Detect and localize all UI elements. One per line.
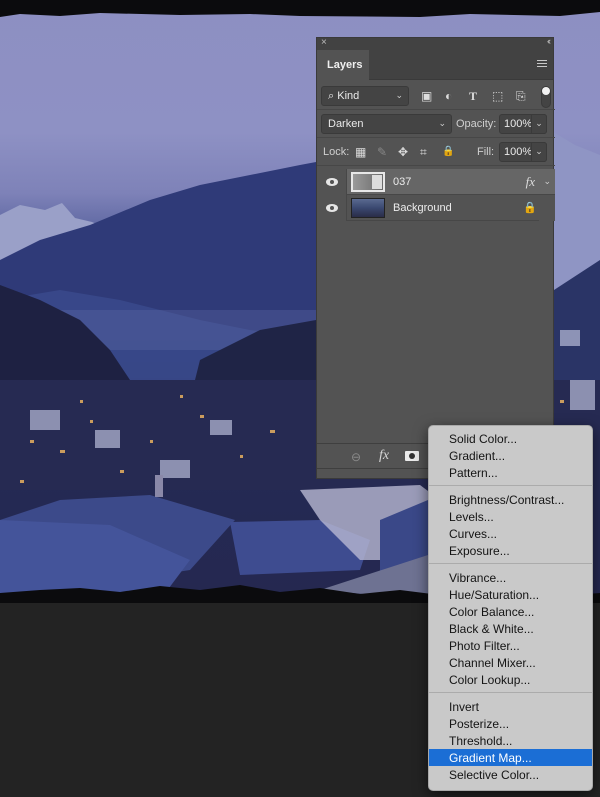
adjustment-filter-icon[interactable]: ◐ xyxy=(445,90,452,102)
layers-panel: × ‹‹ Layers ⌕ Kind ⌄ ▣ ◐ T ⬚ ⎘ Darken ⌄ … xyxy=(316,36,555,479)
layer-name[interactable]: Background xyxy=(393,202,452,214)
blend-mode-select[interactable]: Darken ⌄ xyxy=(321,114,452,134)
adjustment-layer-menu: Solid Color... Gradient... Pattern... Brigh… xyxy=(428,425,593,791)
layer-thumbnail xyxy=(351,172,385,192)
menu-item-invert[interactable]: Invert xyxy=(429,698,592,715)
lock-image-pixels-icon[interactable]: ✎ xyxy=(377,146,387,158)
visibility-toggle[interactable] xyxy=(317,169,347,195)
torn-edge-top xyxy=(0,0,600,17)
opacity-dropdown-icon[interactable]: ⌄ xyxy=(531,114,547,134)
layer-effects-icon[interactable]: fx xyxy=(526,174,535,190)
lock-label: Lock: xyxy=(323,146,350,158)
eye-icon xyxy=(326,178,338,186)
panel-menu-icon[interactable] xyxy=(537,60,547,69)
smart-object-filter-icon[interactable]: ⎘ xyxy=(516,90,526,102)
menu-item-levels[interactable]: Levels... xyxy=(429,508,592,525)
filter-kind-select[interactable]: ⌕ Kind ⌄ xyxy=(321,86,409,106)
chevron-down-icon: ⌄ xyxy=(438,118,446,128)
menu-item-channel-mixer[interactable]: Channel Mixer... xyxy=(429,654,592,671)
menu-item-threshold[interactable]: Threshold... xyxy=(429,732,592,749)
menu-item-gradient-map[interactable]: Gradient Map... xyxy=(429,749,592,766)
search-icon: ⌕ xyxy=(328,90,335,102)
menu-item-vibrance[interactable]: Vibrance... xyxy=(429,569,592,586)
lock-all-icon[interactable]: 🔒 xyxy=(442,146,454,158)
menu-item-photo-filter[interactable]: Photo Filter... xyxy=(429,637,592,654)
panel-title-bar[interactable]: × ‹‹ xyxy=(317,36,553,50)
filter-row: ⌕ Kind ⌄ ▣ ◐ T ⬚ ⎘ xyxy=(317,82,555,110)
opacity-field[interactable]: 100% ⌄ xyxy=(499,114,547,134)
close-icon[interactable]: × xyxy=(321,37,327,48)
fill-value: 100% xyxy=(504,146,533,158)
lock-icon: 🔒 xyxy=(523,202,537,214)
image-filter-icon[interactable]: ▣ xyxy=(421,90,432,102)
layers-list: 037 fx ⌄ Background 🔒 xyxy=(317,169,555,221)
fill-field[interactable]: 100% ⌄ xyxy=(499,142,547,162)
menu-item-gradient[interactable]: Gradient... xyxy=(429,447,592,464)
opacity-label: Opacity: xyxy=(456,118,497,130)
menu-item-exposure[interactable]: Exposure... xyxy=(429,542,592,559)
layer-thumbnail xyxy=(351,198,385,218)
filter-toggle[interactable] xyxy=(541,86,551,108)
menu-item-color-balance[interactable]: Color Balance... xyxy=(429,603,592,620)
add-mask-icon[interactable] xyxy=(405,451,419,461)
menu-item-black-white[interactable]: Black & White... xyxy=(429,620,592,637)
panel-tab-bar: Layers xyxy=(317,50,553,80)
menu-separator xyxy=(429,485,592,486)
lock-position-icon[interactable]: ✥ xyxy=(398,146,408,158)
lock-transparent-pixels-icon[interactable]: ▦ xyxy=(355,146,366,158)
lock-artboard-icon[interactable]: ⌗ xyxy=(420,146,427,158)
menu-item-solid-color[interactable]: Solid Color... xyxy=(429,430,592,447)
menu-separator xyxy=(429,692,592,693)
menu-item-posterize[interactable]: Posterize... xyxy=(429,715,592,732)
visibility-toggle[interactable] xyxy=(317,195,347,221)
menu-item-brightness-contrast[interactable]: Brightness/Contrast... xyxy=(429,491,592,508)
menu-item-curves[interactable]: Curves... xyxy=(429,525,592,542)
link-layers-icon[interactable]: ⊖ xyxy=(351,450,361,464)
smart-object-badge-icon xyxy=(372,175,382,189)
layer-name[interactable]: 037 xyxy=(393,176,411,188)
menu-item-pattern[interactable]: Pattern... xyxy=(429,464,592,481)
layer-row-037[interactable]: 037 fx ⌄ xyxy=(317,169,555,195)
chevron-down-icon: ⌄ xyxy=(395,90,403,100)
shape-filter-icon[interactable]: ⬚ xyxy=(492,90,503,102)
lock-row: Lock: ▦ ✎ ✥ ⌗ 🔒 Fill: 100% ⌄ xyxy=(317,138,555,166)
eye-icon xyxy=(326,204,338,212)
menu-item-hue-saturation[interactable]: Hue/Saturation... xyxy=(429,586,592,603)
filter-kind-label: Kind xyxy=(337,90,360,102)
layer-row-background[interactable]: Background 🔒 xyxy=(317,195,555,221)
menu-item-selective-color[interactable]: Selective Color... xyxy=(429,766,592,783)
opacity-value: 100% xyxy=(504,118,533,130)
type-filter-icon[interactable]: T xyxy=(469,90,477,102)
menu-item-color-lookup[interactable]: Color Lookup... xyxy=(429,671,592,688)
blend-mode-value: Darken xyxy=(328,118,364,130)
menu-separator xyxy=(429,563,592,564)
expand-effects-icon[interactable]: ⌄ xyxy=(543,176,551,187)
fill-label: Fill: xyxy=(477,146,495,158)
fill-dropdown-icon[interactable]: ⌄ xyxy=(531,142,547,162)
collapse-icon[interactable]: ‹‹ xyxy=(547,36,551,46)
blend-row: Darken ⌄ Opacity: 100% ⌄ xyxy=(317,110,555,138)
tab-layers[interactable]: Layers xyxy=(317,50,369,80)
add-layer-style-icon[interactable]: fx xyxy=(379,448,389,464)
